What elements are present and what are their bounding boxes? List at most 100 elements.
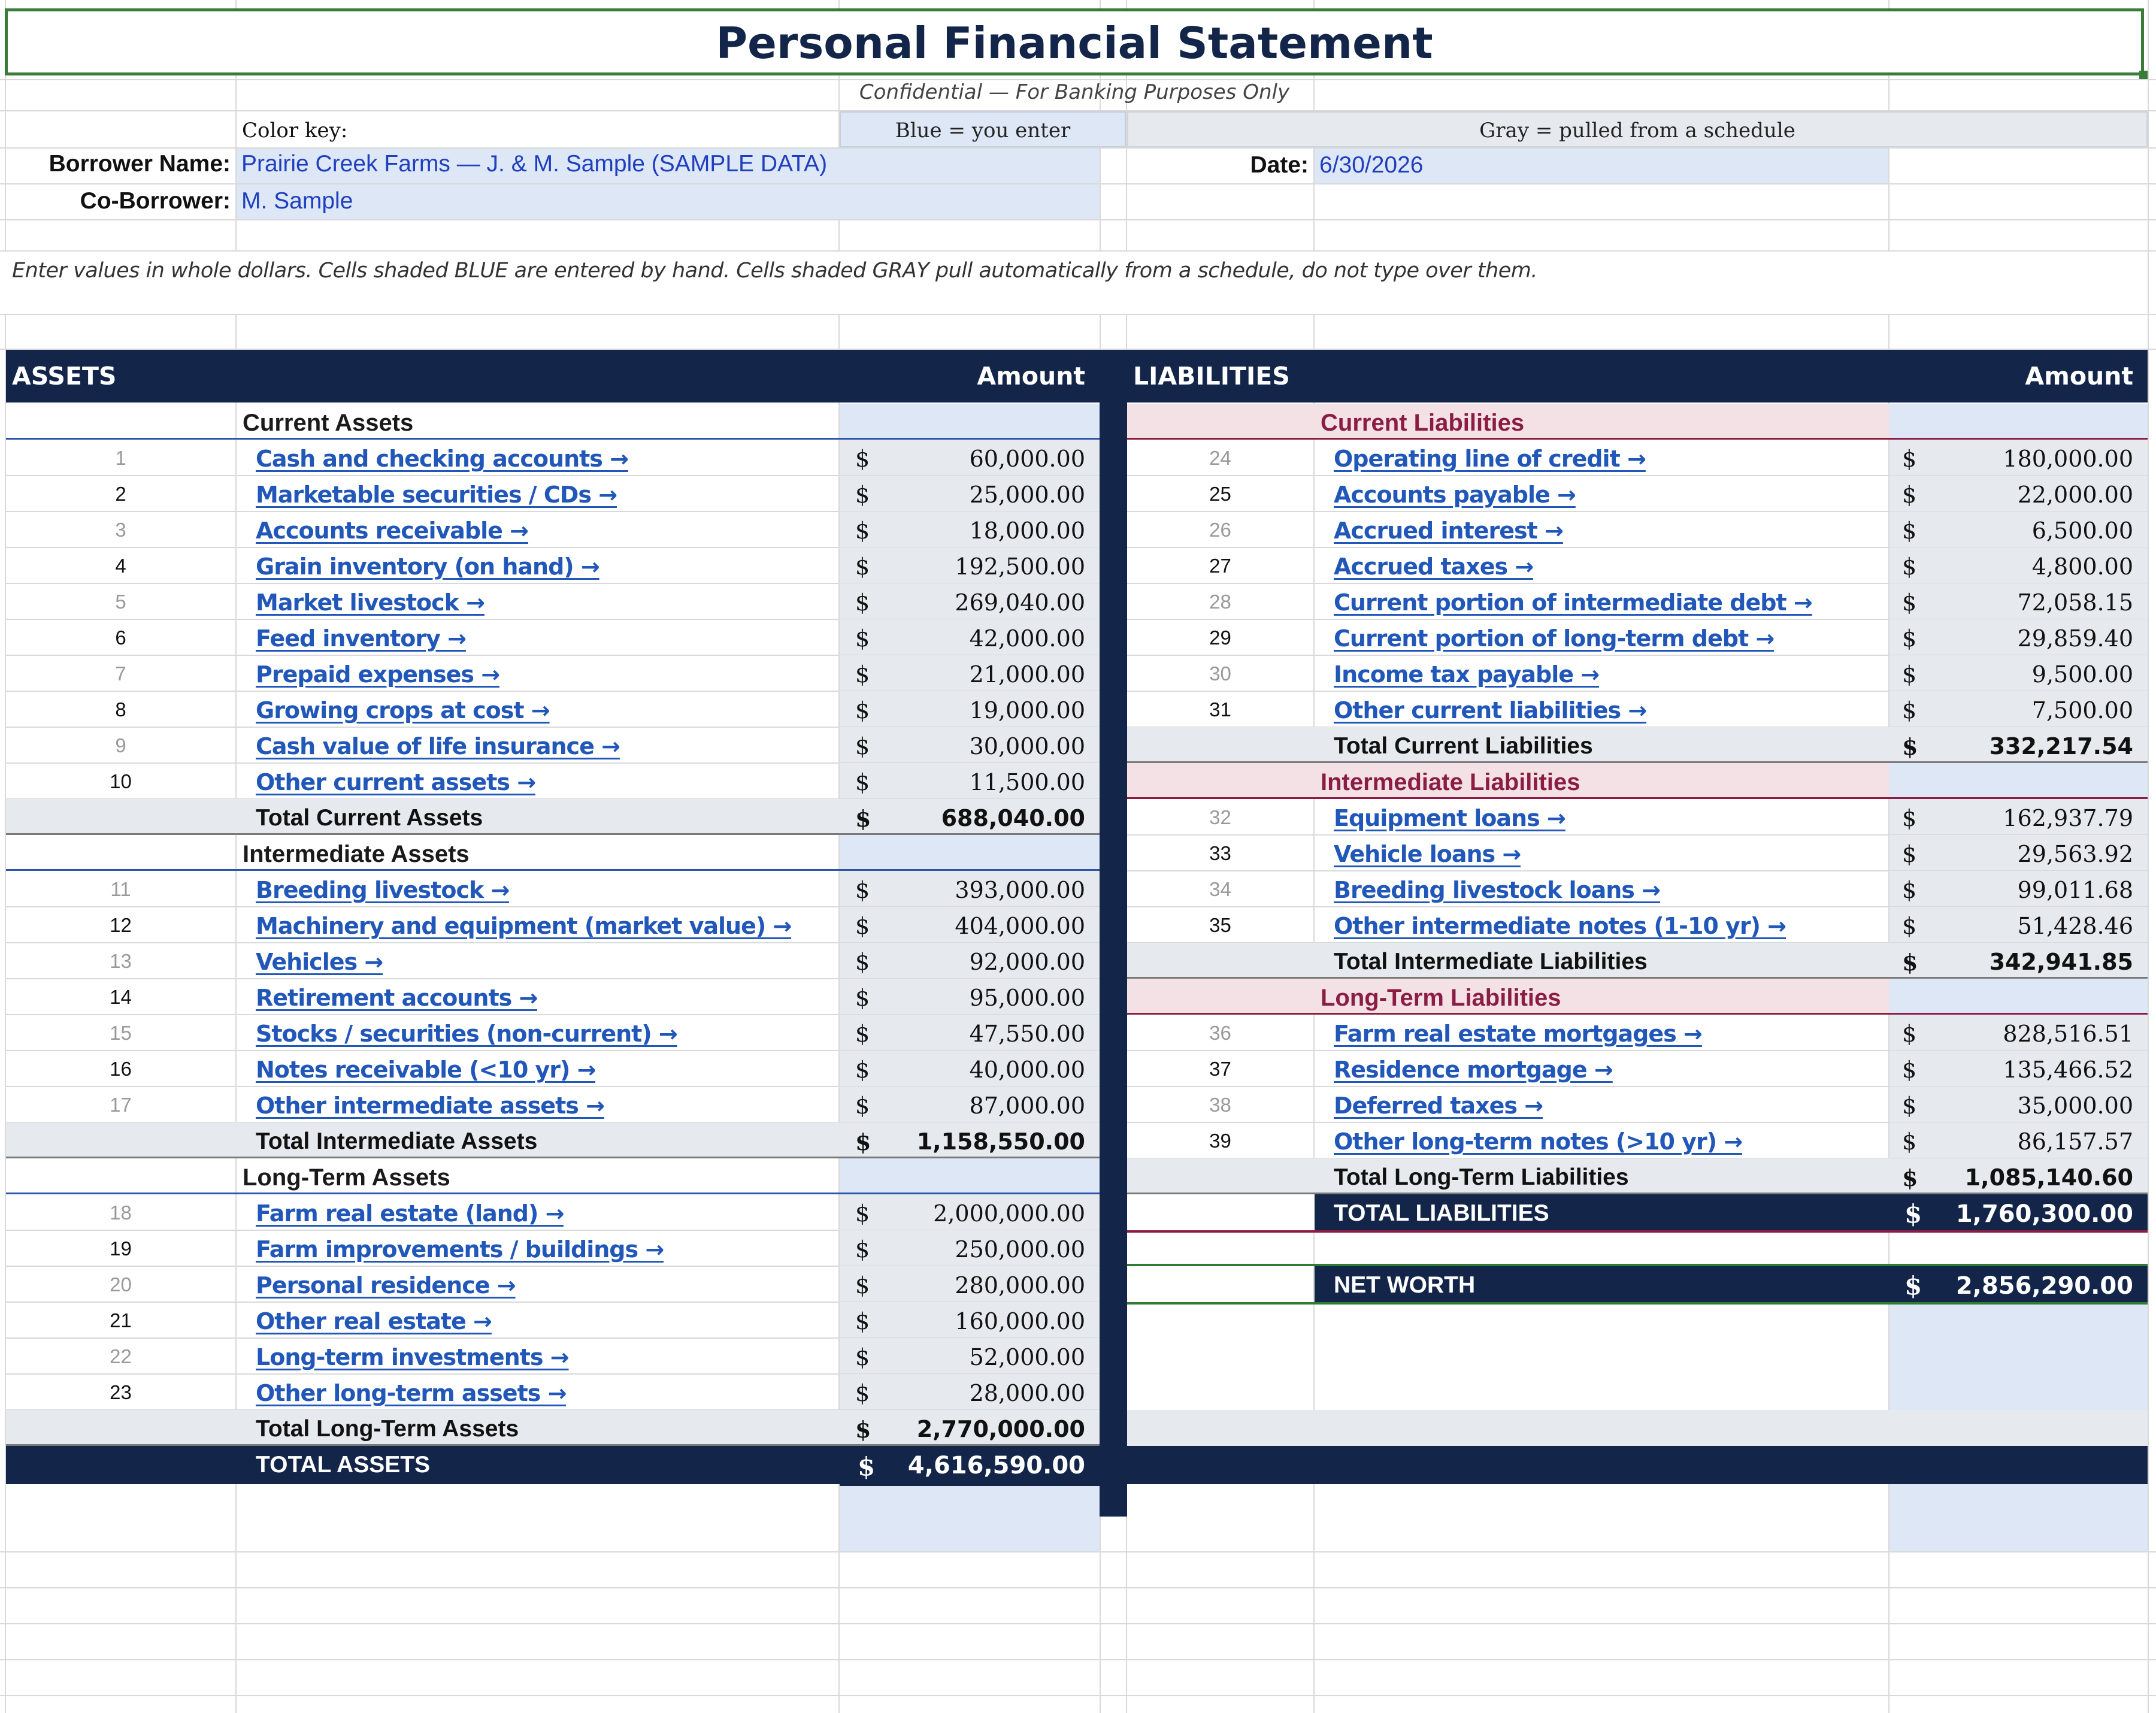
- assets-dollar-sign: $: [855, 1344, 870, 1370]
- liab-row-link[interactable]: Accrued interest →: [1334, 517, 1563, 544]
- liab-dollar-sign: $: [1902, 446, 1917, 472]
- liab-row-number: 37: [1209, 1058, 1231, 1080]
- assets-row-link[interactable]: Long-term investments →: [256, 1344, 569, 1370]
- assets-row-link[interactable]: Retirement accounts →: [256, 985, 537, 1011]
- liab-section-amt-bg: [1889, 979, 2148, 1015]
- assets-row-link[interactable]: Machinery and equipment (market value) →: [256, 913, 791, 939]
- assets-row-link[interactable]: Accounts receivable →: [256, 517, 528, 544]
- assets-amount: 19,000.00: [969, 697, 1085, 724]
- assets-amount: 30,000.00: [969, 733, 1085, 759]
- liab-amount: 72,058.15: [2017, 589, 2133, 616]
- liab-amount: 35,000.00: [2017, 1092, 2133, 1119]
- liab-row-link[interactable]: Other intermediate notes (1-10 yr) →: [1334, 913, 1786, 939]
- assets-row-link[interactable]: Cash value of life insurance →: [256, 733, 620, 759]
- assets-total-label: Total Intermediate Assets: [256, 1128, 538, 1154]
- liab-total-label: Total Intermediate Liabilities: [1334, 949, 1648, 974]
- total-assets-dollar: $: [858, 1452, 876, 1481]
- assets-row-link[interactable]: Cash and checking accounts →: [256, 446, 628, 472]
- liab-row-link[interactable]: Current portion of intermediate debt →: [1334, 589, 1812, 616]
- assets-total-label: Total Long-Term Assets: [256, 1416, 519, 1442]
- assets-section-title: Intermediate Assets: [243, 841, 470, 867]
- assets-row-link[interactable]: Personal residence →: [256, 1272, 516, 1299]
- assets-total-amount: 1,158,550.00: [916, 1128, 1085, 1155]
- liab-row-link[interactable]: Deferred taxes →: [1334, 1092, 1543, 1119]
- assets-row-number: 7: [115, 662, 126, 685]
- assets-row-number: 6: [115, 627, 126, 649]
- liab-row-link[interactable]: Vehicle loans →: [1334, 841, 1521, 867]
- assets-dollar-sign: $: [855, 1380, 870, 1406]
- assets-dollar-sign: $: [855, 913, 870, 939]
- assets-row-link[interactable]: Growing crops at cost →: [256, 697, 550, 724]
- liab-bottom-blank-gray: [1127, 1410, 2148, 1446]
- assets-section-title: Current Assets: [243, 410, 414, 436]
- assets-row-link[interactable]: Other current assets →: [256, 769, 535, 795]
- assets-row-number: 21: [110, 1309, 132, 1331]
- liab-row-link[interactable]: Other long-term notes (>10 yr) →: [1334, 1128, 1742, 1155]
- liab-row-link[interactable]: Residence mortgage →: [1334, 1057, 1613, 1083]
- liab-dollar-sign: $: [1902, 1021, 1917, 1047]
- assets-row-link[interactable]: Vehicles →: [256, 949, 383, 975]
- liab-dollar-sign: $: [1902, 553, 1917, 580]
- assets-dollar-sign: $: [855, 517, 870, 544]
- assets-row-link[interactable]: Stocks / securities (non-current) →: [256, 1021, 677, 1047]
- assets-row-link[interactable]: Other real estate →: [256, 1308, 492, 1334]
- liab-row-link[interactable]: Equipment loans →: [1334, 805, 1565, 831]
- liab-row-number: 36: [1209, 1022, 1231, 1044]
- assets-amount: 25,000.00: [969, 482, 1085, 508]
- row-divider: [1127, 1230, 2148, 1233]
- selection-handle[interactable]: [2139, 71, 2148, 79]
- assets-row-link[interactable]: Prepaid expenses →: [256, 661, 499, 688]
- assets-row-link[interactable]: Other intermediate assets →: [256, 1092, 604, 1119]
- assets-dollar-sign: $: [855, 1236, 870, 1263]
- assets-dollar-sign: $: [855, 1308, 870, 1334]
- liabilities-header: LIABILITIES: [1133, 362, 1290, 391]
- liab-amount: 86,157.57: [2017, 1128, 2133, 1155]
- assets-total-dollar: $: [855, 805, 871, 832]
- net-worth-dollar: $: [1904, 1271, 1922, 1300]
- liab-row-link[interactable]: Farm real estate mortgages →: [1334, 1021, 1702, 1047]
- liab-row-link[interactable]: Accounts payable →: [1334, 482, 1576, 508]
- co-borrower-label: Co-Borrower:: [80, 188, 231, 214]
- liab-row-link[interactable]: Accrued taxes →: [1334, 553, 1533, 580]
- assets-row-link[interactable]: Other long-term assets →: [256, 1380, 566, 1406]
- assets-row-link[interactable]: Feed inventory →: [256, 625, 466, 652]
- assets-row-link[interactable]: Breeding livestock →: [256, 877, 509, 903]
- assets-amount: 250,000.00: [955, 1236, 1085, 1263]
- liab-row-number: 28: [1209, 591, 1231, 613]
- liab-row-link[interactable]: Breeding livestock loans →: [1334, 877, 1660, 903]
- liab-total-dollar: $: [1902, 949, 1918, 976]
- liab-amount: 51,428.46: [2017, 913, 2133, 939]
- assets-empty-cell: [840, 1482, 1100, 1551]
- liab-dollar-sign: $: [1902, 697, 1917, 724]
- assets-row-link[interactable]: Marketable securities / CDs →: [256, 482, 617, 508]
- liab-row-number: 25: [1209, 483, 1231, 505]
- assets-amount: 92,000.00: [969, 949, 1085, 975]
- liab-row-number: 27: [1209, 555, 1231, 577]
- assets-row-link[interactable]: Farm real estate (land) →: [256, 1200, 564, 1227]
- assets-row-link[interactable]: Farm improvements / buildings →: [256, 1236, 664, 1263]
- assets-dollar-sign: $: [855, 553, 870, 580]
- liab-dollar-sign: $: [1902, 589, 1917, 616]
- liab-section-amt-bg: [1889, 763, 2148, 799]
- row-divider: [0, 1551, 2156, 1552]
- co-borrower-cell[interactable]: [237, 184, 1100, 219]
- spreadsheet: Personal Financial Statement Confidentia…: [0, 0, 2156, 1713]
- assets-section-bg: [840, 1158, 1100, 1194]
- assets-row-link[interactable]: Notes receivable (<10 yr) →: [256, 1057, 595, 1083]
- liab-row-link[interactable]: Current portion of long-term debt →: [1334, 625, 1774, 652]
- assets-section-title: Long-Term Assets: [243, 1164, 450, 1191]
- date-value: 6/30/2026: [1319, 152, 1424, 178]
- liab-row-link[interactable]: Operating line of credit →: [1334, 446, 1646, 472]
- liab-row-link[interactable]: Income tax payable →: [1334, 661, 1599, 688]
- assets-dollar-sign: $: [855, 877, 870, 903]
- assets-row-link[interactable]: Grain inventory (on hand) →: [256, 553, 599, 580]
- assets-row-number: 19: [110, 1237, 132, 1260]
- assets-row-link[interactable]: Market livestock →: [256, 589, 485, 616]
- liab-row-link[interactable]: Other current liabilities →: [1334, 697, 1646, 724]
- assets-dollar-sign: $: [855, 589, 870, 616]
- liab-dollar-sign: $: [1902, 1092, 1917, 1119]
- assets-dollar-sign: $: [855, 949, 870, 975]
- liab-row-number: 35: [1209, 914, 1231, 936]
- assets-row-number: 10: [110, 770, 132, 792]
- liabilities-amount-header: Amount: [2025, 362, 2133, 391]
